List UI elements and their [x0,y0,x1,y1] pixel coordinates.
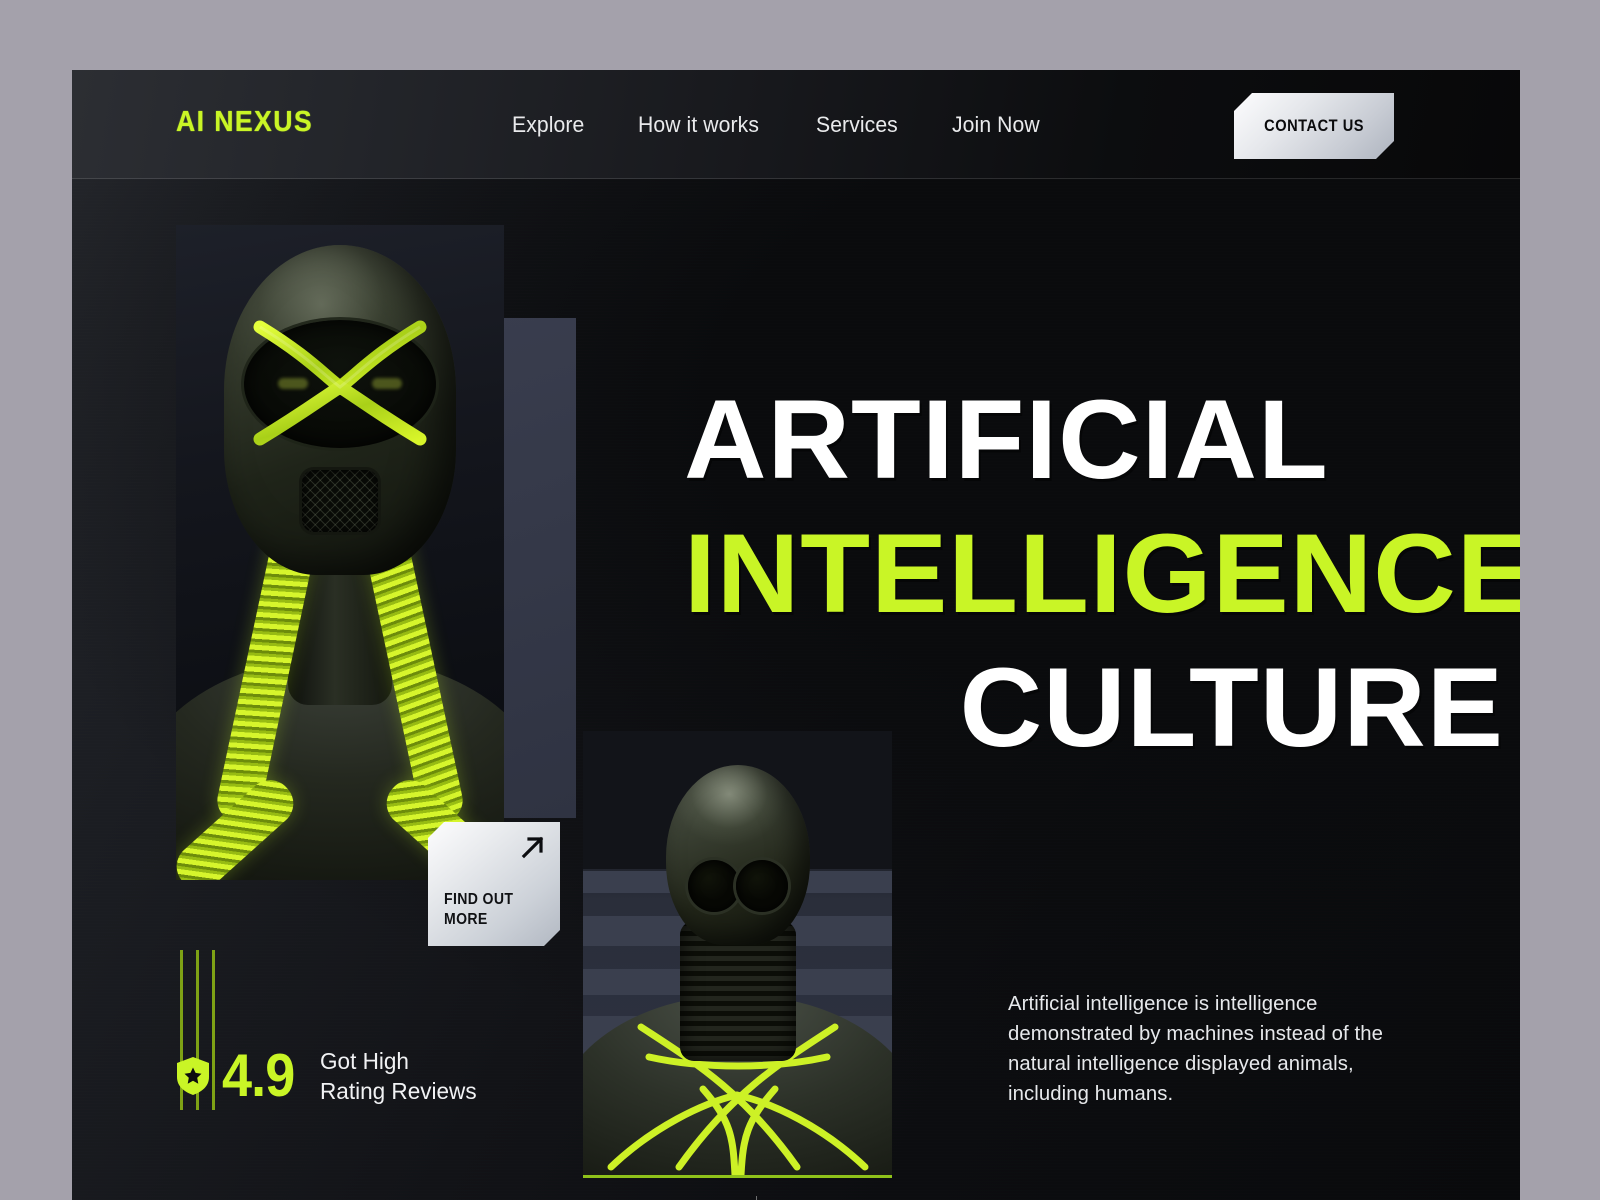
contact-us-label: CONTACT US [1264,116,1364,135]
nav-item-services[interactable]: Services [816,112,898,138]
carousel-pager: PREV. NEXT [583,1190,923,1200]
arrow-up-right-icon [520,834,546,860]
hero-description: Artificial intelligence is intelligence … [1008,991,1384,1105]
pager-divider [755,1196,757,1200]
rating-block: 4.9 Got High Rating Reviews [176,950,596,1140]
nav-item-how-it-works[interactable]: How it works [638,112,759,138]
brand-logo[interactable]: AI NEXUS [176,106,313,139]
nav-item-join-now[interactable]: Join Now [952,112,1040,138]
nav-menu: Explore How it works Services Join Now [512,112,1045,138]
hero-image-secondary [583,731,892,1178]
shield-star-icon [176,1056,210,1096]
find-out-more-label: FIND OUT MORE [444,891,514,928]
figure2-goggle-right [735,860,788,912]
rating-caption: Got High Rating Reviews [320,1048,478,1104]
contact-us-button[interactable]: CONTACT US [1234,93,1394,159]
landing-page: ARTIFICIAL INTELLIGENCE CULTURE Artifici… [72,70,1520,1200]
figure-head [224,245,456,575]
find-out-more-button[interactable]: FIND OUT MORE [428,822,560,946]
rating-score: 4.9 [222,1042,295,1109]
figure2-goggle-left [687,860,740,912]
figure-x-strap-icon [246,317,434,449]
hero-image-primary [176,225,504,880]
top-navigation-bar: AI NEXUS Explore How it works Services J… [72,70,1520,179]
figure-respirator-grill [302,470,378,532]
rating-row: 4.9 Got High Rating Reviews [176,1046,480,1106]
figure2-head [665,765,810,945]
nav-item-explore[interactable]: Explore [512,112,584,138]
